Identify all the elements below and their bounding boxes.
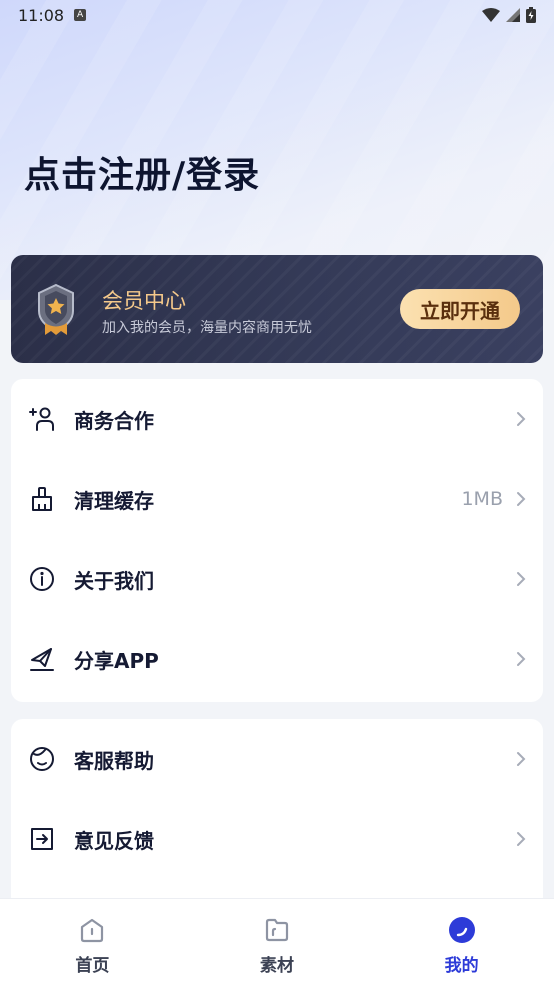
signal-icon [506,8,520,22]
menu-group-support: 客服帮助 意见反馈 [11,719,543,909]
battery-icon [526,7,536,23]
menu-item-label: 意见反馈 [74,828,154,853]
status-time: 11:08 [18,5,65,25]
bottom-tab-bar: 首页 素材 我的 [0,898,554,985]
menu-item-business-cooperation[interactable]: 商务合作 [11,379,543,459]
notification-badge-icon: A [74,9,87,21]
menu-item-feedback[interactable]: 意见反馈 [11,799,543,879]
tab-materials[interactable]: 素材 [185,899,370,985]
smiley-icon [30,747,54,771]
share-icon [30,648,54,671]
menu-item-label: 清理缓存 [74,488,154,513]
menu-item-label: 客服帮助 [74,748,154,773]
menu-item-label: 关于我们 [74,568,154,593]
folder-icon [265,918,289,942]
vip-center-card[interactable]: 会员中心 加入我的会员，海量内容商用无忧 立即开通 [11,255,543,363]
menu-item-label: 分享APP [74,648,159,673]
vip-center-title: 会员中心 [102,289,186,313]
tab-mine[interactable]: 我的 [369,899,554,985]
broom-icon [32,487,52,511]
chevron-right-icon [517,492,526,506]
menu-item-clear-cache[interactable]: 清理缓存 1MB [11,459,543,539]
feedback-icon [31,828,53,850]
menu-item-label: 商务合作 [74,408,154,433]
vip-medal-icon [38,283,74,335]
chevron-right-icon [517,572,526,586]
menu-item-customer-service[interactable]: 客服帮助 [11,719,543,799]
menu-item-share-app[interactable]: 分享APP [11,619,543,699]
info-icon [30,567,54,591]
chevron-right-icon [517,752,526,766]
chevron-right-icon [517,652,526,666]
add-person-icon [29,407,54,431]
tab-home[interactable]: 首页 [0,899,185,985]
menu-group-general: 商务合作 清理缓存 1MB 关于我们 分享APP [11,379,543,702]
cache-size-value: 1MB [461,488,503,510]
chevron-right-icon [517,832,526,846]
tab-label: 素材 [260,956,294,976]
tab-label: 我的 [444,956,479,976]
tab-label: 首页 [75,956,110,976]
login-prompt-title[interactable]: 点击注册/登录 [24,146,260,198]
wifi-icon [482,8,500,22]
activate-vip-button[interactable]: 立即开通 [400,289,520,329]
chevron-right-icon [517,412,526,426]
home-icon [81,918,104,943]
menu-item-about-us[interactable]: 关于我们 [11,539,543,619]
vip-center-description: 加入我的会员，海量内容商用无忧 [102,320,312,336]
profile-icon [448,917,475,943]
status-bar: 11:08 A [0,0,554,30]
